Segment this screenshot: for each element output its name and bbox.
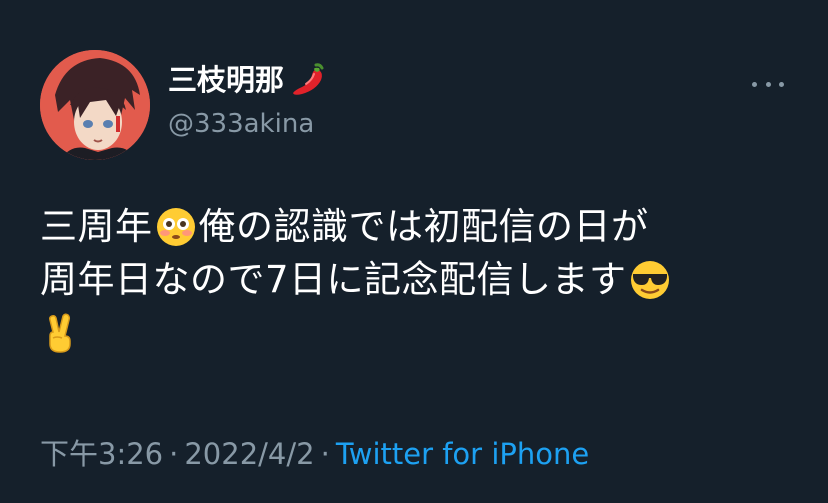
sunglasses-face-icon bbox=[629, 259, 671, 301]
separator: · bbox=[169, 437, 179, 471]
display-name-text: 三枝明那 bbox=[168, 63, 285, 97]
display-name[interactable]: 三枝明那 bbox=[168, 62, 330, 98]
tweet-text: 三周年 俺の認識では初配信の日が 周年日なので7日に記念配信します bbox=[40, 200, 800, 359]
tweet-time[interactable]: 下午3:26 bbox=[40, 437, 163, 471]
tweet-text-segment: 三周年 bbox=[40, 205, 153, 248]
tweet-card: 三枝明那 @333akina 三周年 俺の認識では初配信の日が 周年日なので7日… bbox=[0, 0, 828, 503]
avatar-illustration bbox=[40, 50, 150, 160]
tweet-text-segment: 俺の認識では初配信の日が bbox=[198, 205, 649, 248]
tweet-line-2: 周年日なので7日に記念配信します bbox=[40, 253, 800, 306]
flushed-face-icon bbox=[155, 206, 197, 248]
separator: · bbox=[320, 437, 330, 471]
tweet-line-3 bbox=[40, 306, 800, 359]
tweet-line-1: 三周年 俺の認識では初配信の日が bbox=[40, 200, 800, 253]
tweet-date[interactable]: 2022/4/2 bbox=[184, 437, 314, 471]
more-options-icon[interactable] bbox=[750, 72, 786, 96]
user-handle[interactable]: @333akina bbox=[168, 107, 314, 141]
hot-pepper-icon bbox=[290, 62, 330, 98]
tweet-text-segment: 周年日なので7日に記念配信します bbox=[40, 258, 627, 301]
victory-hand-icon bbox=[40, 312, 82, 354]
avatar[interactable] bbox=[40, 50, 150, 160]
tweet-meta: 下午3:26 · 2022/4/2 · Twitter for iPhone bbox=[40, 434, 589, 474]
tweet-source-link[interactable]: Twitter for iPhone bbox=[336, 437, 589, 471]
